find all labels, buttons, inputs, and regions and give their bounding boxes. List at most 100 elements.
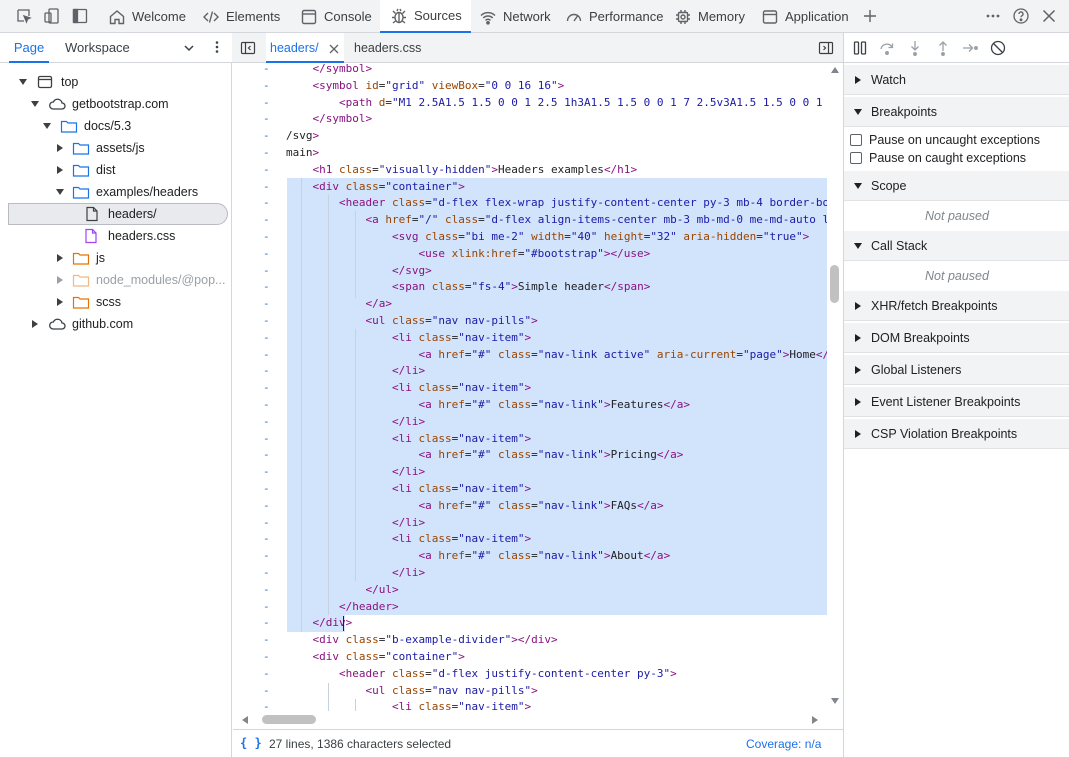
section-call-stack[interactable]: Call Stack <box>844 231 1069 261</box>
tab-application[interactable]: Application <box>751 0 859 33</box>
code-line[interactable]: - <a href="#" class="nav-link">About</a> <box>233 548 827 565</box>
chevron-down-icon[interactable] <box>183 42 195 54</box>
tree-item-assets-js[interactable]: assets/js <box>55 137 145 159</box>
tree-item-getbootstrap[interactable]: getbootstrap.com <box>30 93 169 115</box>
navigator-menu-icon[interactable] <box>210 40 224 54</box>
tab-network[interactable]: Network <box>469 0 561 33</box>
code-line[interactable]: - <div class="container"> <box>233 649 827 666</box>
step-icon[interactable] <box>962 40 978 56</box>
section-global-listeners[interactable]: Global Listeners <box>844 355 1069 385</box>
tree-item-examples-headers[interactable]: examples/headers <box>55 181 198 203</box>
pause-uncaught-checkbox[interactable]: Pause on uncaught exceptions <box>850 131 1040 149</box>
tree-item-top[interactable]: top <box>18 71 78 93</box>
tree-item-headers-file[interactable]: headers/ <box>8 203 228 225</box>
checkbox[interactable] <box>850 134 862 146</box>
section-breakpoints[interactable]: Breakpoints <box>844 97 1069 127</box>
code-line[interactable]: - </li> <box>233 464 827 481</box>
step-over-icon[interactable] <box>879 40 895 56</box>
code-line[interactable]: - </header> <box>233 599 827 616</box>
code-line[interactable]: - main> <box>233 145 827 162</box>
tab-page[interactable]: Page <box>9 33 49 63</box>
code-line[interactable]: - </li> <box>233 363 827 380</box>
dock-side-icon[interactable] <box>71 7 89 25</box>
tree-item-node-modules[interactable]: node_modules/@pop... <box>55 269 225 291</box>
tree-item-dist[interactable]: dist <box>55 159 115 181</box>
code-line[interactable]: - <a href="#" class="nav-link">Pricing</… <box>233 447 827 464</box>
code-line[interactable]: - <path d="M1 2.5A1.5 1.5 0 0 1 2.5 1h3A… <box>233 95 827 112</box>
scroll-thumb[interactable] <box>262 715 316 724</box>
scroll-up-arrow-icon[interactable] <box>831 66 839 74</box>
code-line[interactable]: - /svg> <box>233 128 827 145</box>
code-line[interactable]: - </li> <box>233 565 827 582</box>
close-tab-icon[interactable] <box>328 43 340 55</box>
code-line[interactable]: - <div class="b-example-divider"></div> <box>233 632 827 649</box>
code-line[interactable]: - </li> <box>233 515 827 532</box>
code-line[interactable]: - <li class="nav-item"> <box>233 330 827 347</box>
code-line[interactable]: - <use xlink:href="#bootstrap"></use> <box>233 246 827 263</box>
tab-sources[interactable]: Sources <box>380 0 471 33</box>
more-options-icon[interactable] <box>984 7 1002 25</box>
pretty-print-icon[interactable]: { } <box>240 736 262 750</box>
code-line[interactable]: - <ul class="nav nav-pills"> <box>233 683 827 700</box>
code-line[interactable]: - <symbol id="grid" viewBox="0 0 16 16"> <box>233 78 827 95</box>
toggle-debugger-icon[interactable] <box>818 40 834 56</box>
horizontal-scrollbar[interactable] <box>233 711 827 729</box>
code-editor[interactable]: - </symbol> - <symbol id="grid" viewBox="… <box>233 63 827 711</box>
code-line[interactable]: - </ul> <box>233 582 827 599</box>
tab-performance[interactable]: Performance <box>555 0 673 33</box>
checkbox[interactable] <box>850 152 862 164</box>
tab-memory[interactable]: Memory <box>664 0 755 33</box>
code-line[interactable]: - <a href="/" class="d-flex align-items-… <box>233 212 827 229</box>
code-line[interactable]: - <li class="nav-item"> <box>233 699 827 711</box>
editor-tab-headers[interactable]: headers/ <box>266 33 345 63</box>
inspect-element-icon[interactable] <box>15 7 33 25</box>
code-line[interactable]: - <h1 class="visually-hidden">Headers ex… <box>233 162 827 179</box>
tree-item-headers-css[interactable]: headers.css <box>84 225 175 247</box>
code-line[interactable]: - </svg> <box>233 263 827 280</box>
code-line[interactable]: - <li class="nav-item"> <box>233 531 827 548</box>
code-line[interactable]: - </div> <box>233 615 827 632</box>
section-event-listener-breakpoints[interactable]: Event Listener Breakpoints <box>844 387 1069 417</box>
device-emulation-icon[interactable] <box>43 7 61 25</box>
tab-elements[interactable]: Elements <box>192 0 290 33</box>
editor-tab-headers-css[interactable]: headers.css <box>354 33 421 63</box>
section-scope[interactable]: Scope <box>844 171 1069 201</box>
tree-item-github[interactable]: github.com <box>30 313 133 335</box>
pause-caught-checkbox[interactable]: Pause on caught exceptions <box>850 149 1026 167</box>
code-line[interactable]: - <header class="d-flex flex-wrap justif… <box>233 195 827 212</box>
section-csp-breakpoints[interactable]: CSP Violation Breakpoints <box>844 419 1069 449</box>
code-line[interactable]: - <li class="nav-item"> <box>233 481 827 498</box>
tree-item-scss[interactable]: scss <box>55 291 121 313</box>
pause-icon[interactable] <box>852 40 868 56</box>
section-watch[interactable]: Watch <box>844 65 1069 95</box>
tab-console[interactable]: Console <box>290 0 382 33</box>
code-line[interactable]: - </symbol> <box>233 63 827 78</box>
code-line[interactable]: - <a href="#" class="nav-link">Features<… <box>233 397 827 414</box>
step-into-icon[interactable] <box>907 40 923 56</box>
tab-welcome[interactable]: Welcome <box>98 0 196 33</box>
section-dom-breakpoints[interactable]: DOM Breakpoints <box>844 323 1069 353</box>
tree-item-docs[interactable]: docs/5.3 <box>42 115 131 137</box>
coverage-status[interactable]: Coverage: n/a <box>746 737 821 751</box>
code-line[interactable]: - <a href="#" class="nav-link active" ar… <box>233 347 827 364</box>
code-line[interactable]: - </symbol> <box>233 111 827 128</box>
tab-workspace[interactable]: Workspace <box>65 33 130 63</box>
step-out-icon[interactable] <box>935 40 951 56</box>
scroll-thumb[interactable] <box>830 265 839 303</box>
code-line[interactable]: - <header class="d-flex justify-content-… <box>233 666 827 683</box>
help-icon[interactable] <box>1012 7 1030 25</box>
code-line[interactable]: - <li class="nav-item"> <box>233 431 827 448</box>
deactivate-breakpoints-icon[interactable] <box>990 40 1006 56</box>
add-tab-icon[interactable] <box>861 7 879 25</box>
code-line[interactable]: - <li class="nav-item"> <box>233 380 827 397</box>
code-line[interactable]: - <svg class="bi me-2" width="40" height… <box>233 229 827 246</box>
close-devtools-icon[interactable] <box>1040 7 1058 25</box>
code-line[interactable]: - <ul class="nav nav-pills"> <box>233 313 827 330</box>
code-line[interactable]: - </li> <box>233 414 827 431</box>
code-line[interactable]: - <span class="fs-4">Simple header</span… <box>233 279 827 296</box>
scroll-right-arrow-icon[interactable] <box>811 716 819 724</box>
toggle-navigator-icon[interactable] <box>240 40 256 56</box>
scroll-down-arrow-icon[interactable] <box>831 697 839 705</box>
code-line[interactable]: - <div class="container"> <box>233 179 827 196</box>
code-line[interactable]: - <a href="#" class="nav-link">FAQs</a> <box>233 498 827 515</box>
